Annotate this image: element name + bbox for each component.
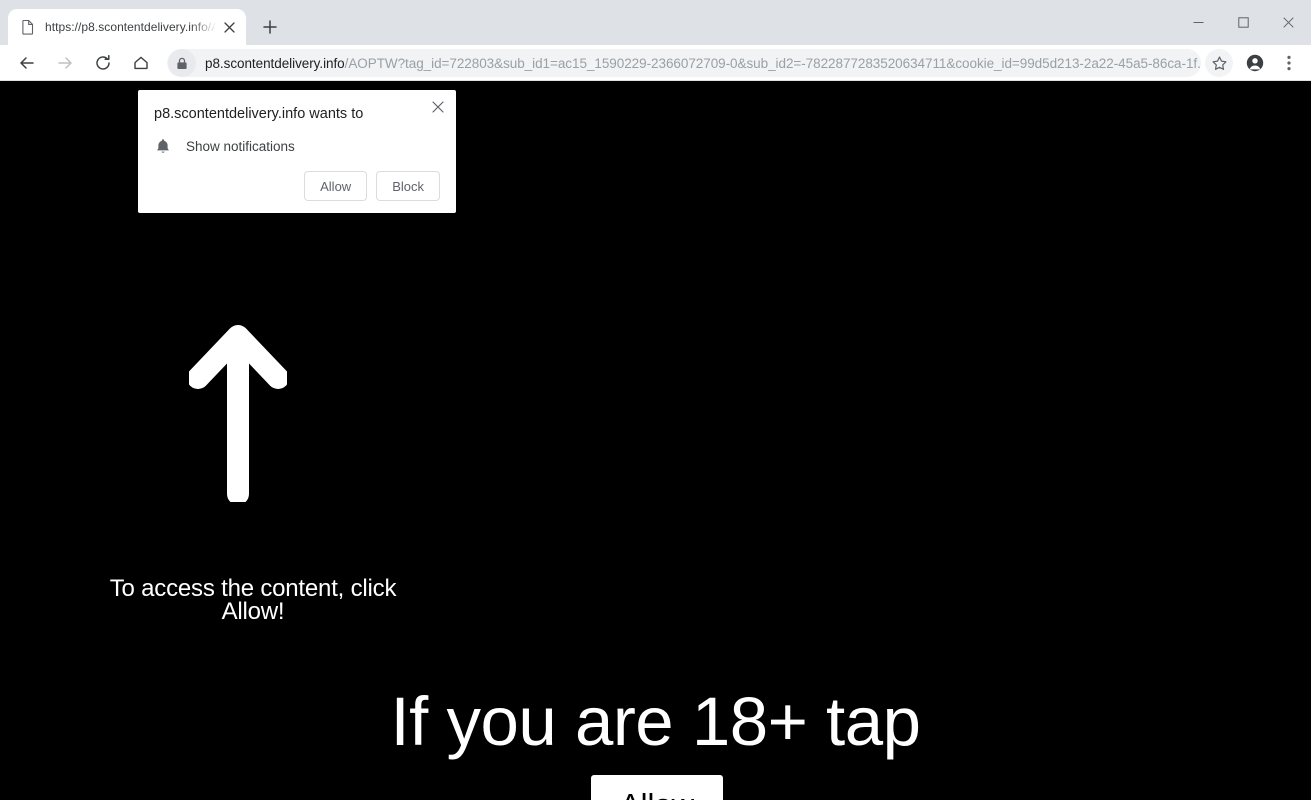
page-allow-button[interactable]: Allow	[591, 775, 723, 800]
notification-permission-dialog: p8.scontentdelivery.info wants to Show n…	[138, 90, 456, 213]
arrow-right-icon	[58, 57, 72, 69]
home-button[interactable]	[127, 49, 155, 77]
star-icon	[1211, 55, 1227, 70]
plus-icon	[263, 20, 277, 34]
more-vertical-icon	[1287, 55, 1291, 71]
dialog-allow-button[interactable]: Allow	[304, 171, 368, 201]
page-favicon-icon	[20, 19, 36, 35]
dialog-block-button[interactable]: Block	[376, 171, 440, 201]
tab-close-icon[interactable]	[220, 18, 238, 36]
up-arrow-icon	[187, 322, 289, 505]
back-button[interactable]	[13, 49, 41, 77]
forward-button[interactable]	[51, 49, 79, 77]
arrow-left-icon	[20, 57, 34, 69]
window-controls	[1176, 0, 1311, 45]
site-security-lock-icon[interactable]	[168, 49, 196, 77]
bell-icon	[154, 137, 172, 155]
window-maximize-button[interactable]	[1221, 7, 1266, 39]
permission-item-notifications: Show notifications	[154, 137, 440, 155]
tab-strip: https://p8.scontentdelivery.info/A	[0, 0, 1311, 45]
reload-icon	[96, 54, 110, 70]
access-instruction-text: To access the content, click Allow!	[109, 575, 397, 625]
home-icon	[134, 56, 148, 70]
browser-toolbar: p8.scontentdelivery.info/AOPTW?tag_id=72…	[0, 45, 1311, 81]
page-headline: If you are 18+ tap	[390, 683, 921, 760]
bookmark-button[interactable]	[1205, 49, 1233, 77]
account-circle-icon	[1246, 54, 1264, 72]
maximize-icon	[1238, 17, 1249, 28]
address-bar[interactable]: p8.scontentdelivery.info/AOPTW?tag_id=72…	[167, 49, 1201, 77]
url-path: /AOPTW?tag_id=722803&sub_id1=ac15_159022…	[344, 55, 1201, 71]
address-bar-url[interactable]: p8.scontentdelivery.info/AOPTW?tag_id=72…	[205, 56, 1201, 71]
dialog-actions: Allow Block	[154, 171, 440, 201]
dialog-close-icon[interactable]	[427, 96, 449, 118]
browser-window: https://p8.scontentdelivery.info/A p8.sc…	[0, 0, 1311, 800]
url-host: p8.scontentdelivery.info	[205, 55, 345, 71]
tab-title: https://p8.scontentdelivery.info/A	[45, 20, 218, 34]
new-tab-button[interactable]	[256, 13, 284, 41]
minimize-icon	[1193, 22, 1204, 23]
window-minimize-button[interactable]	[1176, 7, 1221, 39]
permission-item-label: Show notifications	[186, 138, 295, 154]
reload-button[interactable]	[89, 49, 117, 77]
browser-menu-button[interactable]	[1275, 49, 1303, 77]
close-icon	[1283, 17, 1294, 28]
dialog-title: p8.scontentdelivery.info wants to	[154, 106, 364, 122]
browser-tab[interactable]: https://p8.scontentdelivery.info/A	[8, 9, 246, 45]
window-close-button[interactable]	[1266, 7, 1311, 39]
profile-button[interactable]	[1241, 49, 1269, 77]
page-viewport: p8.scontentdelivery.info wants to Show n…	[0, 81, 1311, 800]
